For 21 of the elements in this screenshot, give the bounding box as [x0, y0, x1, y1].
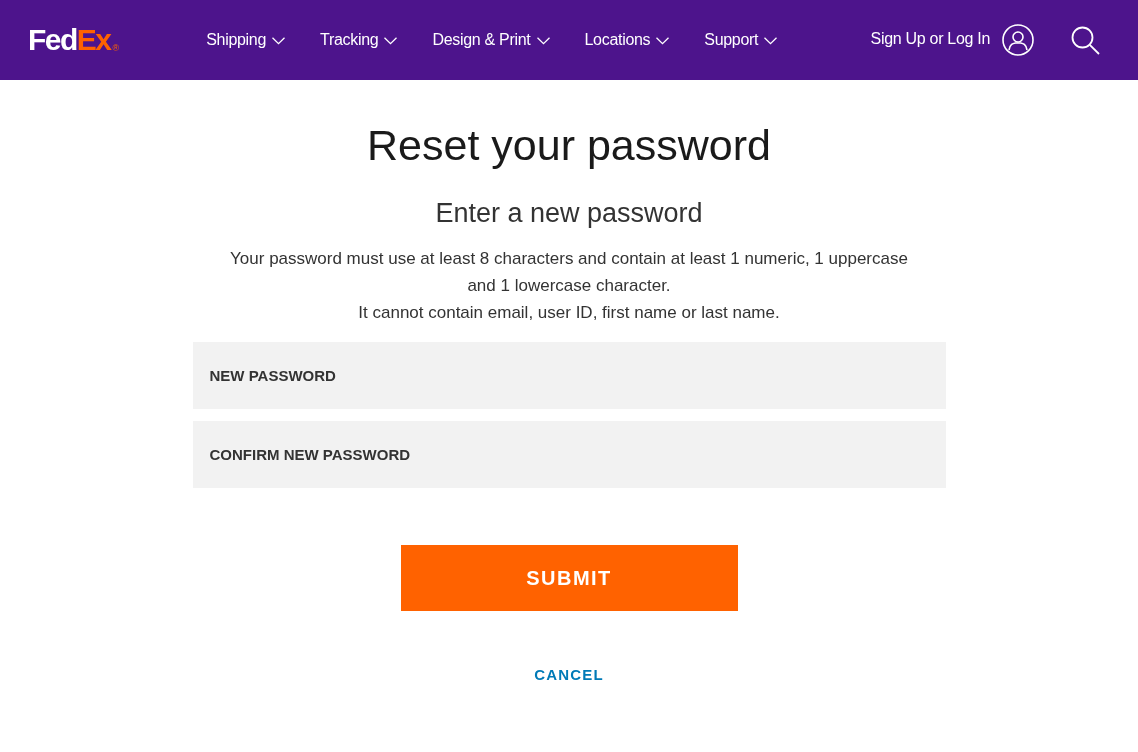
- chevron-down-icon: [764, 37, 778, 45]
- password-rule-text: Your password must use at least 8 characters and contain at least 1 numeric, 1 uppercase and 1 lowercase character.: [229, 248, 909, 297]
- nav-menu-item[interactable]: Locations: [584, 28, 670, 52]
- user-account-icon[interactable]: [1002, 24, 1034, 56]
- password-rule-text: It cannot contain email, user ID, first name or last name.: [358, 302, 780, 324]
- password-field[interactable]: NEW PASSWORD: [192, 342, 946, 409]
- page-subtitle: Enter a new password: [435, 197, 703, 230]
- chevron-down-icon: [272, 37, 286, 45]
- nav-menu-item[interactable]: Design & Print: [432, 28, 550, 52]
- chevron-down-icon: [384, 37, 398, 45]
- chevron-down-icon: [536, 37, 550, 45]
- search-icon[interactable]: [1071, 25, 1100, 55]
- nav-menu-item[interactable]: Support: [704, 28, 778, 52]
- nav-menu-item[interactable]: Shipping: [206, 28, 286, 52]
- nav-menu-item[interactable]: Tracking: [320, 28, 398, 52]
- password-field[interactable]: CONFIRM NEW PASSWORD: [192, 421, 946, 488]
- chevron-down-icon: [656, 37, 670, 45]
- logo[interactable]: FedEx®: [28, 25, 120, 55]
- cancel-link[interactable]: CANCEL: [534, 664, 604, 687]
- sign-in-link[interactable]: Sign Up or Log In: [870, 26, 990, 51]
- page-title: Reset your password: [367, 120, 771, 171]
